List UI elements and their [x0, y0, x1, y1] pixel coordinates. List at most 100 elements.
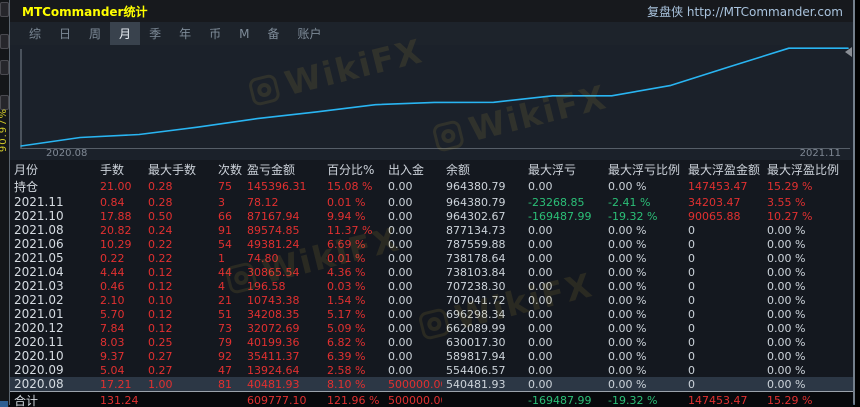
cell-max-float-loss: 0.00	[528, 180, 553, 193]
cell-month: 2020.11	[14, 335, 64, 349]
cell-max-float-profit-pct: 15.29 %	[767, 180, 813, 193]
column-header-max-float-profit-pct[interactable]: 最大浮盈比例	[763, 160, 853, 178]
cell-month: 2021.08	[14, 223, 64, 237]
cell-count: 4	[218, 279, 225, 293]
cell-max-lots: 1.00	[144, 377, 214, 392]
cell-max-float-loss: -169487.99	[524, 391, 604, 407]
cell-max-float-loss: 0.00	[528, 223, 553, 237]
x-axis-end-label: 2021.11	[799, 148, 841, 159]
cell-max-float-loss-pct: 0.00 %	[608, 251, 647, 265]
chart-scroll-arrow-icon[interactable]	[845, 47, 852, 57]
menu-item-7[interactable]: 币	[200, 22, 230, 45]
cell-max-float-profit: 0	[688, 265, 695, 279]
cell-max-float-loss: 0.00	[528, 237, 553, 251]
cell-lots: 5.04	[100, 363, 125, 377]
column-header-lots[interactable]: 手数	[96, 160, 144, 178]
cell-max-float-loss-pct: 0.00 %	[608, 335, 647, 349]
table-row-2021.03[interactable]: 2021.03 0.46 0.12 4 196.58 0.03 % 0.00 707238.3…	[10, 279, 853, 293]
cell-balance: 738178.64	[446, 251, 506, 265]
equity-chart[interactable]: 2020.08 2021.11	[10, 45, 853, 160]
table-row-2021.10[interactable]: 2021.10 17.88 0.50 66 87167.94 9.94 % 0.00 9643…	[10, 209, 853, 223]
cell-max-float-profit-pct: 0.00 %	[767, 251, 806, 265]
cell-balance: 738103.84	[446, 265, 506, 279]
cell-max-lots: 0.28	[148, 180, 173, 193]
menu-item-6[interactable]: 年	[170, 22, 200, 45]
table-row-2020.09[interactable]: 2020.09 5.04 0.27 47 13924.64 2.58 % 0.00 55440…	[10, 363, 853, 377]
menu-item-3[interactable]: 周	[80, 22, 110, 45]
menu-item-10[interactable]: 账户	[288, 22, 330, 45]
cell-pct: 5.17 %	[327, 307, 366, 321]
cell-max-float-loss-pct: -19.32 %	[604, 391, 684, 407]
table-row-2021.04[interactable]: 2021.04 4.44 0.12 44 30865.54 4.36 % 0.00 73810…	[10, 265, 853, 279]
brand-link[interactable]: 复盘侠 http://MTCommander.com	[647, 3, 843, 20]
cell-lots: 2.10	[100, 293, 125, 307]
cell-max-float-loss: -23268.85	[528, 195, 585, 209]
cell-pct: 2.58 %	[327, 363, 366, 377]
table-row-2021.11[interactable]: 2021.11 0.84 0.28 3 78.12 0.01 % 0.00 964380.79…	[10, 195, 853, 209]
table-total-row[interactable]: 合计 131.24 609777.10 121.96 % 500000.00 -16948…	[10, 391, 853, 407]
table-row-2021.08[interactable]: 2021.08 20.82 0.24 91 89574.85 11.37 % 0.00 877…	[10, 223, 853, 237]
menu-item-1[interactable]: 综	[20, 22, 50, 45]
cell-pct: 0.03 %	[327, 279, 366, 293]
cell-max-lots: 0.27	[148, 363, 173, 377]
cell-pct: 1.54 %	[327, 293, 366, 307]
monthly-stats-table: 月份 手数 最大手数 次数 盈亏金额 百分比% 出入金 余额 最大浮亏 最大浮亏比例 最大浮盈金额最…	[10, 160, 853, 407]
column-header-pnl[interactable]: 盈亏金额	[243, 160, 323, 178]
cell-inout: 0.00	[388, 195, 413, 209]
table-row-2021.02[interactable]: 2021.02 2.10 0.10 21 10743.38 1.54 % 0.00 70704…	[10, 293, 853, 307]
equity-curve-plot[interactable]	[10, 45, 853, 160]
cell-pnl: 145396.31	[247, 180, 307, 193]
title-bar: MTCommander统计 复盘侠 http://MTCommander.com	[10, 0, 853, 22]
menu-item-8[interactable]: M	[230, 24, 258, 44]
column-header-max-lots[interactable]: 最大手数	[144, 160, 214, 178]
cell-balance: 707041.72	[446, 293, 506, 307]
cell-max-float-profit: 0	[688, 335, 695, 349]
menu-item-5[interactable]: 季	[140, 22, 170, 45]
cell-max-float-loss-pct: 0.00 %	[608, 237, 647, 251]
cell-month: 2021.04	[14, 265, 64, 279]
cell-max-float-profit: 0	[688, 293, 695, 307]
table-row-2020.12[interactable]: 2020.12 7.84 0.12 73 32072.69 5.09 % 0.00 66208…	[10, 321, 853, 335]
cell-max-float-loss: 0.00	[528, 321, 553, 335]
cell-lots: 21.00	[100, 180, 132, 193]
cell-balance: 964380.79	[446, 195, 506, 209]
menu-item-2[interactable]: 日	[50, 22, 80, 45]
menu-item-9[interactable]: 备	[258, 22, 288, 45]
table-row-2020.11[interactable]: 2020.11 8.03 0.25 79 40199.36 6.82 % 0.00 63001…	[10, 335, 853, 349]
cell-max-lots: 0.12	[148, 279, 173, 293]
cell-max-lots: 0.22	[148, 237, 173, 251]
cell-lots: 17.21	[96, 377, 144, 392]
column-header-month[interactable]: 月份	[10, 160, 96, 178]
cell-max-float-loss-pct: 0.00 %	[608, 363, 647, 377]
cell-inout: 0.00	[388, 335, 413, 349]
cell-max-float-profit: 0	[688, 237, 695, 251]
cell-max-lots: 0.12	[148, 321, 173, 335]
cell-max-lots: 0.27	[148, 349, 173, 363]
column-header-pct[interactable]: 百分比%	[323, 160, 384, 178]
column-header-count[interactable]: 次数	[214, 160, 243, 178]
column-header-max-float-loss[interactable]: 最大浮亏	[524, 160, 604, 178]
table-row-2020.08[interactable]: 2020.08 17.21 1.00 81 40481.93 8.10 % 500000.0…	[10, 377, 853, 392]
cell-max-float-loss: 0.00	[528, 279, 553, 293]
table-row-持仓[interactable]: 持仓 21.00 0.28 75 145396.31 15.08 % 0.00 964380.…	[10, 178, 853, 195]
table-row-2021.01[interactable]: 2021.01 5.70 0.12 51 34208.35 5.17 % 0.00 69629…	[10, 307, 853, 321]
cell-inout: 0.00	[388, 321, 413, 335]
background-toolbar-button	[0, 2, 9, 17]
table-row-2020.10[interactable]: 2020.10 9.37 0.27 92 35411.37 6.39 % 0.00 58981…	[10, 349, 853, 363]
menu-item-4[interactable]: 月	[110, 22, 141, 45]
cell-max-lots: 0.12	[148, 265, 173, 279]
cell-pnl: 30865.54	[247, 265, 300, 279]
cell-count: 75	[218, 180, 232, 193]
cell-lots: 9.37	[100, 349, 125, 363]
cell-count: 92	[218, 349, 232, 363]
table-row-2021.06[interactable]: 2021.06 10.29 0.22 54 49381.24 6.69 % 0.00 7875…	[10, 237, 853, 251]
column-header-max-float-loss-pct[interactable]: 最大浮亏比例	[604, 160, 684, 178]
table-row-2021.05[interactable]: 2021.05 0.22 0.22 1 74.80 0.01 % 0.00 738178.64…	[10, 251, 853, 265]
column-header-max-float-profit[interactable]: 最大浮盈金额	[684, 160, 763, 178]
cell-month: 2021.05	[14, 251, 64, 265]
column-header-balance[interactable]: 余额	[442, 160, 524, 178]
cell-count	[214, 391, 243, 407]
column-header-inout[interactable]: 出入金	[384, 160, 442, 178]
cell-month: 2021.06	[14, 237, 64, 251]
cell-pct: 0.01 %	[327, 251, 366, 265]
